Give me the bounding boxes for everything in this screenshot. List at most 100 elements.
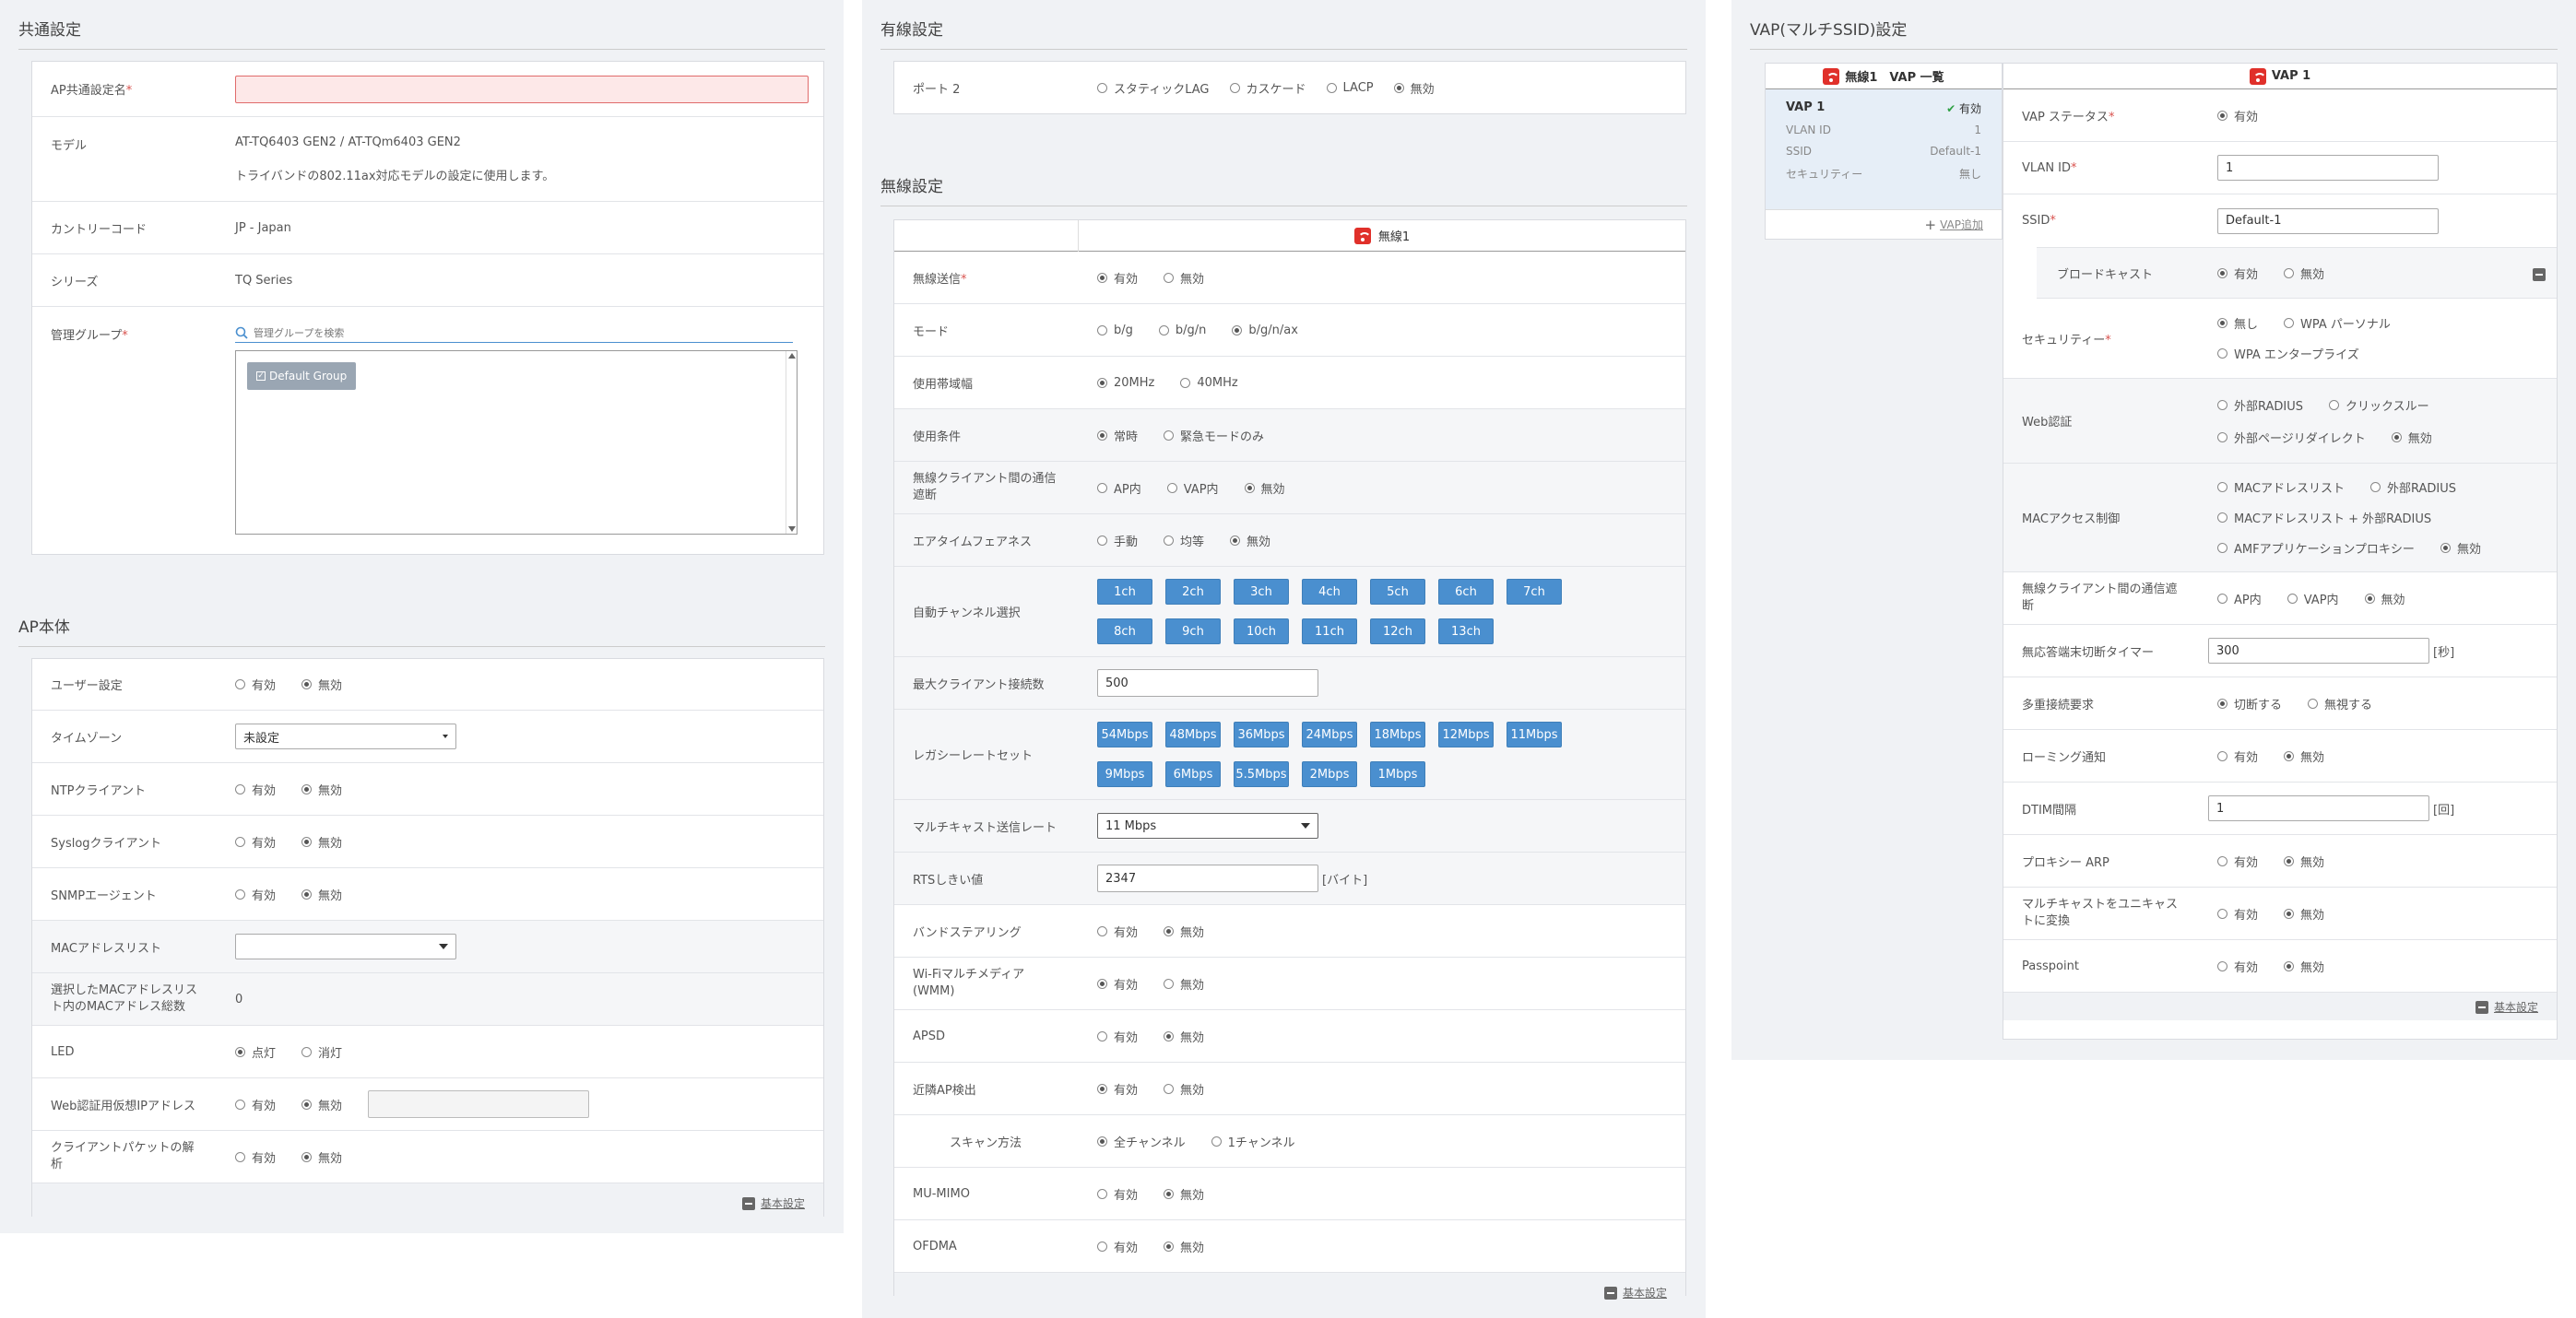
vap-mac-amf-radio[interactable]: AMFアプリケーションプロキシー (2217, 539, 2415, 557)
vap-dtim-input[interactable]: 1 (2208, 795, 2429, 821)
channel-button-6[interactable]: 7ch (1507, 579, 1562, 605)
isol-off-radio[interactable]: 無効 (1244, 479, 1285, 497)
ap-name-input[interactable] (235, 75, 809, 103)
apsd-on-radio[interactable]: 有効 (1097, 1028, 1138, 1045)
led-off-radio[interactable]: 消灯 (301, 1043, 342, 1061)
rate-button-1[interactable]: 48Mbps (1165, 722, 1221, 747)
mumimo-off-radio[interactable]: 無効 (1164, 1185, 1204, 1203)
mode-bg-radio[interactable]: b/g (1097, 324, 1133, 337)
mode-bgnax-radio[interactable]: b/g/n/ax (1232, 324, 1298, 337)
mac-select[interactable] (235, 934, 456, 959)
webip-off-radio[interactable]: 無効 (301, 1096, 342, 1113)
channel-button-5[interactable]: 6ch (1438, 579, 1494, 605)
channel-button-11[interactable]: 12ch (1370, 618, 1425, 644)
snmp-off-radio[interactable]: 無効 (301, 886, 342, 903)
ntp-off-radio[interactable]: 無効 (301, 781, 342, 798)
vap-multi-ignore-radio[interactable]: 無視する (2308, 695, 2372, 712)
channel-button-7[interactable]: 8ch (1097, 618, 1152, 644)
rate-button-6[interactable]: 11Mbps (1507, 722, 1562, 747)
channel-button-0[interactable]: 1ch (1097, 579, 1152, 605)
vap-pass-on-radio[interactable]: 有効 (2217, 958, 2258, 975)
scrollbar[interactable] (786, 351, 797, 534)
syslog-off-radio[interactable]: 無効 (301, 833, 342, 851)
group-item-default[interactable]: ✓ Default Group (247, 362, 357, 390)
rate-button-2[interactable]: 36Mbps (1234, 722, 1289, 747)
user-on-radio[interactable]: 有効 (235, 676, 276, 693)
vap-isol-vap-radio[interactable]: VAP内 (2286, 590, 2339, 607)
wireless-basic-link[interactable]: 基本設定 (1603, 1285, 1667, 1300)
isol-ap-radio[interactable]: AP内 (1097, 479, 1141, 497)
vap-mac-list-radio[interactable]: MACアドレスリスト (2217, 478, 2345, 496)
vap-bcast-on-radio[interactable]: 有効 (2217, 265, 2258, 282)
scan-all-radio[interactable]: 全チャンネル (1097, 1133, 1186, 1150)
bw-40-radio[interactable]: 40MHz (1180, 376, 1238, 390)
atf-off-radio[interactable]: 無効 (1230, 532, 1270, 549)
vap-mac-ext-radio[interactable]: 外部RADIUS (2369, 478, 2456, 496)
tx-off-radio[interactable]: 無効 (1164, 269, 1204, 287)
ofdma-off-radio[interactable]: 無効 (1164, 1238, 1204, 1255)
channel-button-2[interactable]: 3ch (1234, 579, 1289, 605)
rate-button-7[interactable]: 9Mbps (1097, 761, 1152, 787)
vap-ssid-input[interactable]: Default-1 (2217, 207, 2439, 234)
vap-web-off-radio[interactable]: 無効 (2391, 429, 2432, 446)
rate-button-9[interactable]: 5.5Mbps (1234, 761, 1289, 787)
vap-roam-off-radio[interactable]: 無効 (2284, 747, 2324, 765)
ntp-on-radio[interactable]: 有効 (235, 781, 276, 798)
packet-on-radio[interactable]: 有効 (235, 1148, 276, 1166)
vap-sec-none-radio[interactable]: 無し (2217, 314, 2258, 332)
channel-button-8[interactable]: 9ch (1165, 618, 1221, 644)
channel-button-4[interactable]: 5ch (1370, 579, 1425, 605)
vap-roam-on-radio[interactable]: 有効 (2217, 747, 2258, 765)
packet-off-radio[interactable]: 無効 (301, 1148, 342, 1166)
mode-bgn-radio[interactable]: b/g/n (1158, 324, 1206, 337)
ap-basic-link[interactable]: 基本設定 (741, 1195, 805, 1211)
mumimo-on-radio[interactable]: 有効 (1097, 1185, 1138, 1203)
group-list[interactable]: ✓ Default Group (235, 350, 798, 535)
vap-bcast-off-radio[interactable]: 無効 (2284, 265, 2324, 282)
rate-button-4[interactable]: 18Mbps (1370, 722, 1425, 747)
vap-m2u-on-radio[interactable]: 有効 (2217, 905, 2258, 923)
add-vap-link[interactable]: + VAP追加 (1766, 209, 2002, 239)
rate-button-10[interactable]: 2Mbps (1302, 761, 1357, 787)
vap-sec-wpap-radio[interactable]: WPA パーソナル (2284, 314, 2391, 332)
apsd-off-radio[interactable]: 無効 (1164, 1028, 1204, 1045)
near-on-radio[interactable]: 有効 (1097, 1080, 1138, 1098)
vap-multi-deny-radio[interactable]: 切断する (2217, 695, 2282, 712)
atf-manual-radio[interactable]: 手動 (1097, 532, 1138, 549)
bw-20-radio[interactable]: 20MHz (1097, 376, 1154, 390)
rate-button-8[interactable]: 6Mbps (1165, 761, 1221, 787)
vap-web-click-radio[interactable]: クリックスルー (2329, 396, 2429, 414)
vap-web-ext-radio[interactable]: 外部RADIUS (2217, 396, 2303, 414)
wmm-on-radio[interactable]: 有効 (1097, 975, 1138, 993)
channel-button-3[interactable]: 4ch (1302, 579, 1357, 605)
channel-button-9[interactable]: 10ch (1234, 618, 1289, 644)
maxc-input[interactable]: 500 (1097, 669, 1318, 697)
channel-button-10[interactable]: 11ch (1302, 618, 1357, 644)
webip-on-radio[interactable]: 有効 (235, 1096, 276, 1113)
vap-isol-ap-radio[interactable]: AP内 (2217, 590, 2262, 607)
band-off-radio[interactable]: 無効 (1164, 923, 1204, 940)
port2-off-radio[interactable]: 無効 (1393, 79, 1435, 97)
port2-lag-radio[interactable]: スタティックLAG (1097, 79, 1210, 97)
channel-button-1[interactable]: 2ch (1165, 579, 1221, 605)
webip-input[interactable] (368, 1090, 590, 1118)
cond-always-radio[interactable]: 常時 (1097, 427, 1138, 444)
user-off-radio[interactable]: 無効 (301, 676, 342, 693)
vap-pass-off-radio[interactable]: 無効 (2284, 958, 2324, 975)
atf-equal-radio[interactable]: 均等 (1164, 532, 1204, 549)
rate-button-11[interactable]: 1Mbps (1370, 761, 1425, 787)
channel-button-12[interactable]: 13ch (1438, 618, 1494, 644)
rate-button-3[interactable]: 24Mbps (1302, 722, 1357, 747)
vap-mac-listext-radio[interactable]: MACアドレスリスト + 外部RADIUS (2217, 509, 2431, 526)
tz-select[interactable]: 未設定 (235, 724, 456, 749)
vap-status-on-radio[interactable]: 有効 (2217, 107, 2258, 124)
cond-emergency-radio[interactable]: 緊急モードのみ (1164, 427, 1264, 444)
band-on-radio[interactable]: 有効 (1097, 923, 1138, 940)
mcast-select[interactable]: 11 Mbps (1097, 813, 1318, 839)
vap-sec-wpae-radio[interactable]: WPA エンタープライズ (2217, 345, 2359, 362)
vap-m2u-off-radio[interactable]: 無効 (2284, 905, 2324, 923)
group-search[interactable]: 管理グループを検索 (235, 325, 793, 343)
vap-vlan-input[interactable]: 1 (2217, 155, 2439, 181)
rate-button-0[interactable]: 54Mbps (1097, 722, 1152, 747)
vap-parp-off-radio[interactable]: 無効 (2284, 853, 2324, 870)
